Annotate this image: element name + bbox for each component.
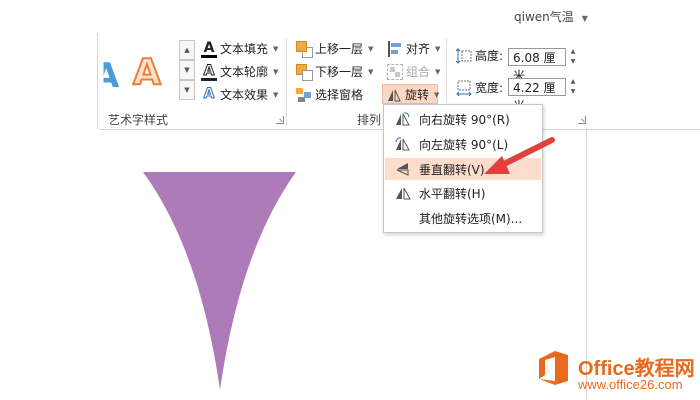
rotate-right-90-icon	[395, 112, 411, 126]
selection-pane-button[interactable]: 选择窗格	[296, 86, 363, 103]
chevron-down-icon: ▼	[435, 44, 441, 53]
text-fill-label: 文本填充	[220, 42, 269, 56]
send-backward-button[interactable]: 下移一层 ▼	[296, 63, 374, 81]
watermark-url: www.office26.com	[578, 377, 683, 392]
rotate-button[interactable]: 旋转 ▼	[386, 86, 439, 103]
slide-shape[interactable]	[140, 170, 300, 392]
height-stepper[interactable]: ▲ ▼	[568, 48, 578, 66]
blank-icon	[395, 211, 411, 225]
send-backward-icon	[296, 63, 313, 81]
text-fill-icon: A	[201, 41, 217, 58]
menu-item-rotate-right-90[interactable]: 向右旋转 90°(R)	[385, 108, 541, 130]
align-icon	[387, 40, 403, 57]
text-effects-label: 文本效果	[220, 88, 269, 102]
height-input[interactable]: 6.08 厘米	[508, 48, 566, 83]
align-button[interactable]: 对齐 ▼	[387, 40, 440, 57]
chevron-down-icon: ▼	[368, 44, 374, 53]
chevron-down-icon: ▼	[368, 67, 374, 76]
selection-pane-icon	[296, 87, 312, 103]
chevron-down-icon: ▼	[273, 90, 279, 99]
height-label: 高度:	[475, 49, 504, 63]
flip-horizontal-icon	[395, 186, 411, 200]
gallery-more-button[interactable]: ▼	[179, 80, 195, 100]
text-outline-label: 文本轮廓	[220, 65, 269, 79]
rotate-label: 旋转	[405, 88, 430, 102]
user-name: qiwen气温	[514, 10, 574, 24]
group-label: 组合	[406, 65, 431, 79]
menu-item-flip-horizontal[interactable]: 水平翻转(H)	[385, 182, 541, 204]
menu-item-label: 垂直翻转(V)	[419, 162, 485, 177]
menu-item-label: 其他旋转选项(M)...	[419, 211, 523, 226]
size-dialog-launcher-icon[interactable]	[578, 116, 586, 124]
text-fill-button[interactable]: A 文本填充 ▼	[201, 40, 279, 58]
arrange-group-label: 排列	[357, 113, 382, 127]
annotation-arrow-icon	[484, 137, 555, 174]
bring-forward-icon	[296, 40, 313, 58]
align-label: 对齐	[406, 42, 431, 56]
gallery-scroll-down-button[interactable]: ▼	[179, 60, 195, 80]
menu-item-more-rotation-options[interactable]: 其他旋转选项(M)...	[385, 207, 541, 229]
inverted-curved-triangle-shape	[143, 172, 296, 390]
menu-item-label: 水平翻转(H)	[419, 186, 486, 201]
flip-vertical-icon	[395, 162, 411, 176]
chevron-down-icon: ▼	[581, 14, 588, 23]
text-effects-icon: A	[203, 85, 215, 102]
selection-pane-label: 选择窗格	[315, 88, 364, 102]
width-input[interactable]: 4.22 厘米	[508, 78, 566, 113]
width-stepper[interactable]: ▲ ▼	[568, 78, 578, 96]
wordart-group-label: 艺术字样式	[108, 113, 169, 127]
text-effects-button[interactable]: A 文本效果 ▼	[201, 86, 278, 103]
menu-item-label: 向右旋转 90°(R)	[419, 112, 510, 127]
chevron-down-icon: ▼	[273, 44, 279, 53]
send-backward-label: 下移一层	[315, 65, 364, 79]
group-icon	[387, 63, 403, 80]
rotate-left-90-icon	[395, 137, 411, 151]
user-account-menu[interactable]: qiwen气温 ▼	[514, 8, 588, 25]
chevron-down-icon: ▼	[434, 90, 440, 99]
text-outline-button[interactable]: A 文本轮廓 ▼	[201, 63, 279, 81]
width-label: 宽度:	[475, 81, 504, 95]
group-button[interactable]: 组合 ▼	[387, 63, 440, 80]
height-icon	[455, 47, 472, 64]
wordart-style-orange-icon[interactable]: A	[132, 51, 162, 94]
text-outline-icon: A	[201, 63, 217, 81]
ribbon-left-edge	[97, 33, 98, 129]
office-logo-icon	[539, 351, 568, 385]
gallery-scroll-up-button[interactable]: ▲	[179, 40, 195, 60]
width-icon	[456, 80, 472, 96]
chevron-down-icon: ▼	[435, 67, 441, 76]
width-field-label: 宽度:	[456, 79, 503, 96]
height-field-label: 高度:	[455, 47, 504, 64]
rotate-icon	[386, 87, 402, 103]
group-divider	[286, 38, 287, 126]
bring-forward-label: 上移一层	[315, 42, 364, 56]
wordart-dialog-launcher-icon[interactable]	[276, 116, 284, 124]
bring-forward-button[interactable]: 上移一层 ▼	[296, 40, 374, 58]
chevron-down-icon: ▼	[273, 67, 279, 76]
